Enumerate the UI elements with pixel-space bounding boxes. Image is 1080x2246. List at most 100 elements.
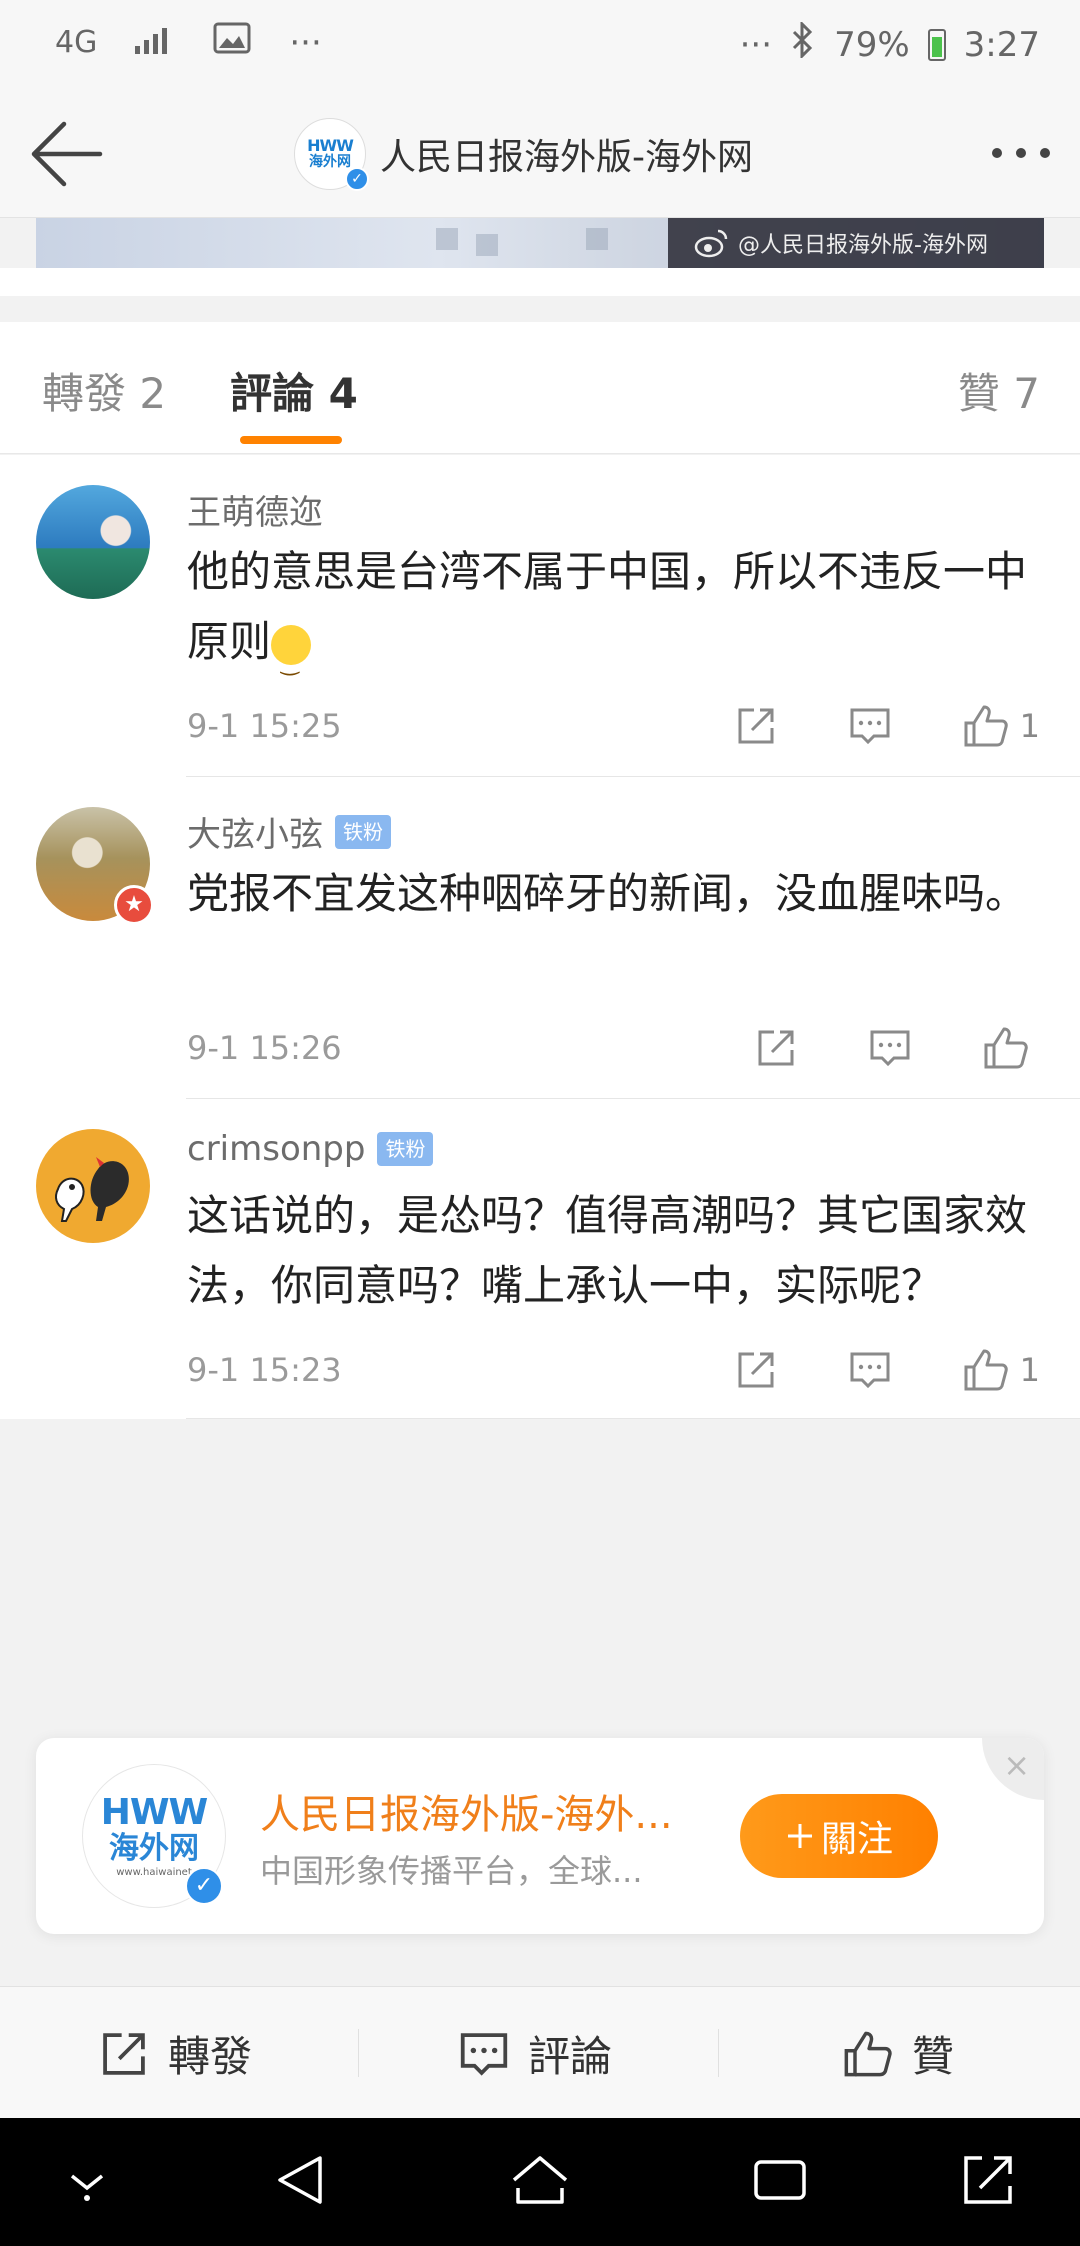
system-navigation-bar	[0, 2118, 1080, 2246]
card-account-name[interactable]: 人民日报海外版-海外...	[260, 1782, 673, 1840]
close-card-button[interactable]: ×	[982, 1738, 1044, 1800]
battery-percent: 79%	[834, 24, 910, 65]
verified-icon: ✓	[185, 1867, 223, 1905]
like-comment-button[interactable]: 1	[962, 703, 1040, 749]
like-comment-button[interactable]	[982, 1025, 1040, 1071]
clock: 3:27	[963, 24, 1040, 65]
home-icon	[512, 2156, 568, 2204]
repost-comment-button[interactable]	[734, 1348, 778, 1392]
reply-comment-button[interactable]	[868, 1026, 912, 1070]
header-account[interactable]: HWW 海外网 ✓ 人民日报海外版-海外网	[294, 118, 753, 191]
watermark-text: @人民日报海外版-海外网	[738, 233, 988, 258]
comment-text: 这话说的，是怂吗？值得高潮吗？其它国家效法，你同意吗？嘴上承认一中，实际呢？	[187, 1191, 1028, 1310]
nav-home-button[interactable]	[508, 2150, 572, 2214]
close-icon: ×	[1003, 1746, 1030, 1784]
thumbs-up-icon	[844, 2031, 892, 2076]
account-avatar: HWW 海外网 ✓	[294, 118, 369, 191]
tab-reposts[interactable]: 轉發 2	[42, 360, 166, 421]
account-avatar-large[interactable]: HWW 海外网 www.haiwainet ✓	[82, 1764, 226, 1908]
thumbs-up-icon	[984, 1027, 1028, 1069]
comment-username[interactable]: 王萌德迩	[187, 485, 323, 534]
logo-url-text: www.haiwainet	[116, 1866, 192, 1878]
like-count: 1	[1019, 1351, 1040, 1389]
active-tab-indicator	[240, 436, 342, 444]
tab-likes[interactable]: 贊 7	[958, 360, 1040, 421]
comment-item[interactable]: 王萌德迩 他的意思是台湾不属于中国，所以不违反一中原则 9-1 15:25 1	[0, 455, 1080, 777]
comment-username[interactable]: crimsonpp	[187, 1129, 365, 1169]
like-button[interactable]: 贊	[842, 2023, 954, 2084]
expand-icon	[964, 2156, 1012, 2204]
comment-icon	[850, 1352, 890, 1389]
network-indicator: 4G	[55, 25, 98, 60]
post-image-bottom[interactable]: @人民日报海外版-海外网	[36, 218, 1044, 268]
comment-body: 他的意思是台湾不属于中国，所以不违反一中原则	[187, 547, 1028, 666]
comment-list: 王萌德迩 他的意思是台湾不属于中国，所以不违反一中原则 9-1 15:25 1	[0, 455, 1080, 1419]
divider	[358, 2029, 359, 2077]
bottom-action-bar: 轉發 評論 贊	[0, 1986, 1080, 2118]
avatar[interactable]: ★	[36, 807, 154, 925]
arrow-left-icon	[31, 121, 103, 187]
logo-cn-text: 海外网	[109, 1830, 199, 1866]
status-bar: 4G ··· ··· 79% 3:27	[0, 0, 1080, 90]
post-card-bottom	[0, 268, 1080, 296]
weibo-icon	[694, 229, 728, 258]
share-icon	[103, 2032, 145, 2075]
comment-time: 9-1 15:25	[187, 707, 342, 745]
comment-button[interactable]: 評論	[458, 2023, 612, 2084]
card-account-desc: 中国形象传播平台，全球...	[260, 1852, 643, 1890]
like-label: 贊	[912, 2032, 955, 2081]
weibo-comments-page: 4G ··· ··· 79% 3:27 HWW 海外网 ✓ 人民日报海外版-海外…	[0, 0, 1080, 2246]
signal-icon	[135, 23, 175, 63]
comment-item[interactable]: ★ 大弦小弦 铁粉 党报不宜发这种咽碎牙的新闻，没血腥味吗。 9-1 15:26	[0, 777, 1080, 1099]
repost-label: 轉發	[168, 2032, 253, 2081]
divider	[186, 1418, 1080, 1419]
share-icon	[738, 708, 774, 744]
share-icon	[758, 1030, 794, 1066]
fan-badge: 铁粉	[335, 814, 391, 849]
back-button[interactable]	[28, 118, 104, 190]
recents-icon	[754, 2160, 806, 2200]
repost-comment-button[interactable]	[734, 704, 778, 748]
image-detail	[436, 228, 458, 250]
nav-expand-button[interactable]	[958, 2150, 1018, 2214]
comment-time: 9-1 15:26	[187, 1029, 342, 1067]
repost-comment-button[interactable]	[754, 1026, 798, 1070]
shrug-emoji-icon	[271, 624, 312, 699]
comment-icon	[460, 2032, 508, 2076]
logo-text: HWW	[307, 136, 354, 155]
comment-text: 党报不宜发这种咽碎牙的新闻，没血腥味吗。	[187, 869, 1028, 918]
repost-button[interactable]: 轉發	[98, 2023, 252, 2084]
more-options-button[interactable]	[992, 148, 1050, 158]
follow-suggestion-card[interactable]: × HWW 海外网 www.haiwainet ✓ 人民日报海外版-海外... …	[36, 1738, 1044, 1934]
page-title: 人民日报海外版-海外网	[380, 137, 753, 178]
image-detail	[586, 228, 608, 250]
follow-button[interactable]: 關注	[740, 1794, 938, 1878]
avatar[interactable]	[36, 1129, 150, 1243]
tab-bar: 轉發 2 評論 4 贊 7	[0, 322, 1080, 454]
image-detail	[476, 234, 498, 256]
follow-label: 關注	[820, 1819, 893, 1860]
comment-icon	[870, 1030, 910, 1067]
comment-username[interactable]: 大弦小弦	[187, 807, 323, 856]
tab-comments[interactable]: 評論 4	[230, 360, 358, 421]
thumbs-up-icon	[964, 705, 1008, 747]
reply-comment-button[interactable]	[848, 704, 892, 748]
nav-back-button[interactable]	[272, 2150, 328, 2214]
nav-recents-button[interactable]	[750, 2150, 810, 2214]
reply-comment-button[interactable]	[848, 1348, 892, 1392]
dot-icon	[1040, 148, 1050, 158]
dot-icon	[1016, 148, 1026, 158]
avatar[interactable]	[36, 485, 150, 599]
divider	[718, 2029, 719, 2077]
badge-icon: ★	[114, 885, 154, 925]
hide-nav-button[interactable]	[62, 2150, 112, 2214]
image-watermark: @人民日报海外版-海外网	[668, 218, 1044, 268]
comment-icon	[850, 708, 890, 745]
comment-label: 評論	[528, 2032, 613, 2081]
battery-icon	[927, 28, 946, 61]
logo-text: HWW	[100, 1791, 209, 1833]
comment-item[interactable]: crimsonpp 铁粉 这话说的，是怂吗？值得高潮吗？其它国家效法，你同意吗？…	[0, 1099, 1080, 1419]
share-icon	[738, 1352, 774, 1388]
thumbs-up-icon	[964, 1349, 1008, 1391]
like-comment-button[interactable]: 1	[962, 1347, 1040, 1393]
